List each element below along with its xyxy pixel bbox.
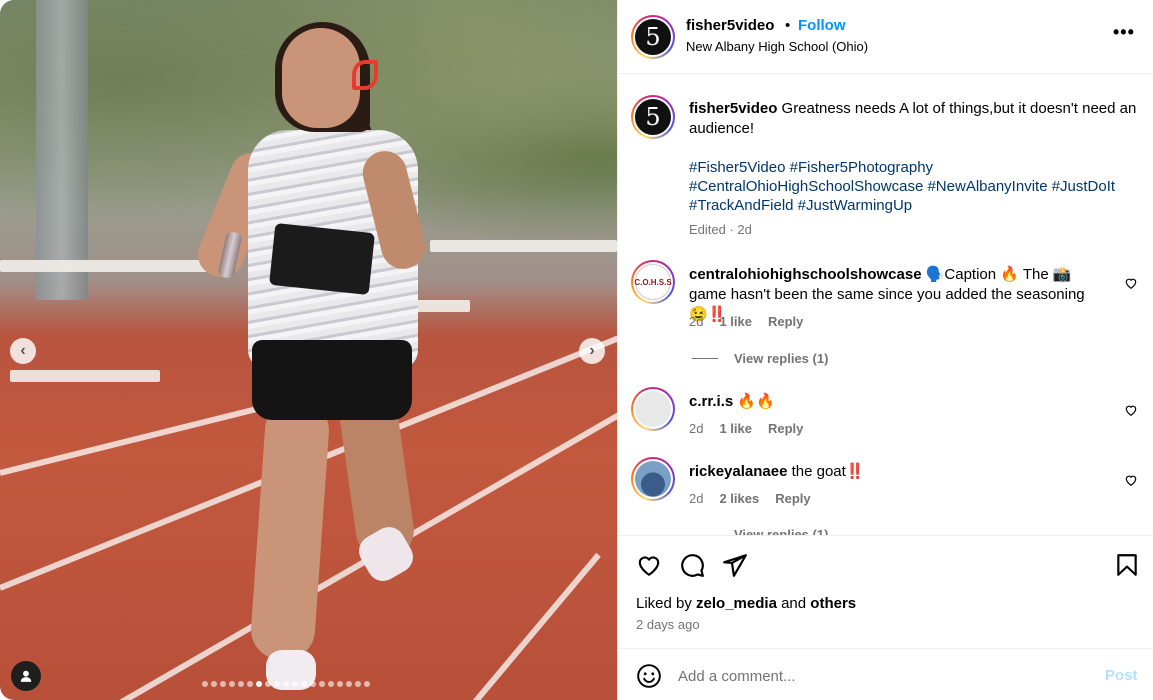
comment-text: c.rr.i.s 🔥🔥: [689, 393, 775, 410]
carousel-dot: [229, 681, 235, 687]
comment-bubble-icon[interactable]: [679, 552, 705, 578]
comment-avatar[interactable]: [631, 457, 675, 501]
carousel-dot: [328, 681, 334, 687]
instagram-post-modal: ‹ › 5 fisher5video • Follow New Albany H…: [0, 0, 1153, 700]
carousel-dot: [202, 681, 208, 687]
carousel-dot: [337, 681, 343, 687]
carousel-dot: [265, 681, 271, 687]
comment-avatar[interactable]: [631, 387, 675, 431]
comment-text: rickeyalanaee the goat‼️: [689, 463, 865, 480]
follow-button[interactable]: Follow: [798, 17, 846, 34]
share-paper-plane-icon[interactable]: [722, 552, 748, 578]
carousel-dot: [274, 681, 280, 687]
comment-likes[interactable]: 1 like: [719, 421, 752, 436]
liked-by-user[interactable]: zelo_media: [696, 595, 777, 612]
view-replies-button[interactable]: View replies (1): [692, 351, 828, 366]
comment-likes[interactable]: 2 likes: [719, 491, 759, 506]
liked-by-others[interactable]: others: [810, 595, 856, 612]
comment-time: 2d: [689, 421, 704, 436]
chevron-right-icon: ›: [589, 342, 595, 359]
post-details-panel: 5 fisher5video • Follow New Albany High …: [617, 0, 1153, 700]
post-comment-button[interactable]: Post: [1105, 667, 1138, 684]
save-bookmark-icon[interactable]: [1114, 552, 1140, 578]
caption-username[interactable]: fisher5video: [689, 100, 777, 117]
caption-text: fisher5video Greatness needs A lot of th…: [689, 100, 1137, 137]
post-header: 5 fisher5video • Follow New Albany High …: [618, 0, 1153, 74]
carousel-indicator: [202, 681, 370, 687]
post-timestamp[interactable]: 2 days ago: [636, 617, 700, 632]
user-icon: [20, 670, 32, 682]
like-heart-icon[interactable]: [636, 552, 662, 578]
carousel-dot: [256, 681, 262, 687]
add-comment-bar: Post: [618, 648, 1153, 700]
location-link[interactable]: New Albany High School (Ohio): [686, 39, 868, 54]
carousel-dot: [292, 681, 298, 687]
separator-dot: •: [785, 17, 791, 34]
post-photo: ‹ ›: [0, 0, 617, 700]
view-replies-button[interactable]: View replies (1): [692, 527, 828, 535]
caption-timestamp: Edited · 2d: [689, 222, 752, 237]
caption-hashtags[interactable]: #Fisher5Video #Fisher5Photography #Centr…: [689, 158, 1144, 215]
carousel-dot: [283, 681, 289, 687]
post-actions: Liked by zelo_media and others 2 days ag…: [618, 535, 1153, 645]
reply-button[interactable]: Reply: [775, 491, 810, 506]
comment-likes[interactable]: 1 like: [719, 314, 752, 329]
heart-icon[interactable]: [1124, 276, 1138, 290]
caption-author-avatar[interactable]: 5: [631, 95, 675, 139]
comment-username[interactable]: centralohiohighschoolshowcase: [689, 266, 922, 283]
comment-meta: 2d 1 like Reply: [689, 314, 803, 329]
carousel-dot: [211, 681, 217, 687]
reply-button[interactable]: Reply: [768, 314, 803, 329]
comment-time: 2d: [689, 314, 704, 329]
comments-section: 5 fisher5video Greatness needs A lot of …: [618, 75, 1153, 535]
carousel-dot: [364, 681, 370, 687]
emoji-icon[interactable]: [636, 663, 662, 689]
carousel-dot: [238, 681, 244, 687]
carousel-prev-button[interactable]: ‹: [10, 338, 36, 364]
carousel-dot: [247, 681, 253, 687]
more-options-icon[interactable]: •••: [1113, 22, 1135, 43]
tagged-users-button[interactable]: [11, 661, 41, 691]
reply-button[interactable]: Reply: [768, 421, 803, 436]
comment-username[interactable]: c.rr.i.s: [689, 393, 733, 410]
carousel-dot: [301, 681, 307, 687]
comment-meta: 2d 1 like Reply: [689, 421, 803, 436]
carousel-dot: [220, 681, 226, 687]
chevron-left-icon: ‹: [20, 342, 26, 359]
comment-meta: 2d 2 likes Reply: [689, 491, 811, 506]
carousel-dot: [346, 681, 352, 687]
carousel-dot: [310, 681, 316, 687]
liked-by-text: Liked by zelo_media and others: [636, 595, 857, 612]
comment-username[interactable]: rickeyalanaee: [689, 463, 787, 480]
heart-icon[interactable]: [1124, 473, 1138, 487]
heart-icon[interactable]: [1124, 403, 1138, 417]
comment-time: 2d: [689, 491, 704, 506]
comment-avatar[interactable]: C.O.H.S.S: [631, 260, 675, 304]
carousel-next-button[interactable]: ›: [579, 338, 605, 364]
carousel-dot: [355, 681, 361, 687]
author-avatar[interactable]: 5: [631, 15, 675, 59]
comment-input[interactable]: [678, 662, 1088, 690]
author-username[interactable]: fisher5video: [686, 17, 774, 34]
carousel-dot: [319, 681, 325, 687]
